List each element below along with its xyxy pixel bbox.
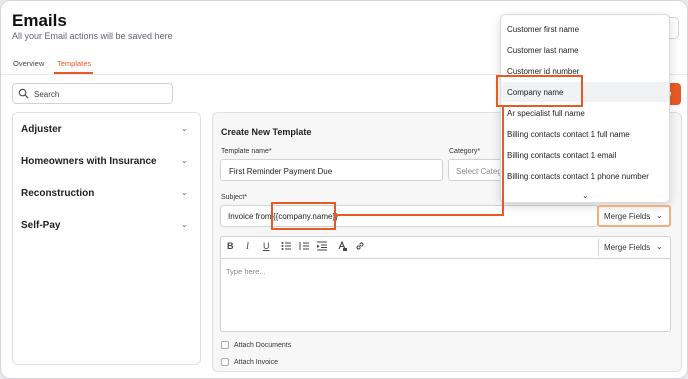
search-placeholder: Search xyxy=(34,90,60,99)
page-title: Emails xyxy=(12,11,67,30)
attach-documents-label: Attach Documents xyxy=(234,342,292,349)
subject-label: Subject* xyxy=(221,194,248,201)
category-reconstruction[interactable]: Reconstruction xyxy=(21,188,94,199)
attach-invoice-checkbox[interactable] xyxy=(221,358,229,366)
category-label: Category* xyxy=(449,148,481,155)
category-homeowners-with-insurance[interactable]: Homeowners with Insurance xyxy=(21,156,157,167)
merge-fields-focus-ring xyxy=(597,205,671,227)
subject-token-callout xyxy=(271,202,336,230)
category-adjuster[interactable]: Adjuster xyxy=(21,124,62,135)
chevron-down-icon[interactable]: ⌄ xyxy=(181,188,188,197)
chevron-down-icon[interactable]: ⌄ xyxy=(582,191,589,200)
company-name-callout xyxy=(496,75,583,107)
subject-prefix: Invoice from xyxy=(228,212,272,221)
numbered-list-icon[interactable] xyxy=(299,241,309,251)
merge-option-customer-first-name[interactable]: Customer first name xyxy=(507,25,579,34)
tab-templates[interactable]: Templates xyxy=(57,59,91,68)
body-merge-fields-label: Merge Fields xyxy=(604,243,651,252)
editor-placeholder: Type here... xyxy=(226,267,266,276)
page-subtitle: All your Email actions will be saved her… xyxy=(12,31,173,41)
attach-documents-checkbox[interactable] xyxy=(221,341,229,349)
link-icon[interactable] xyxy=(355,241,365,251)
email-body-editor[interactable] xyxy=(220,258,671,332)
attach-invoice-label: Attach Invoice xyxy=(234,359,278,366)
indent-icon[interactable] xyxy=(317,241,327,251)
italic-icon[interactable]: I xyxy=(246,241,249,251)
category-placeholder: Select Catego xyxy=(456,167,502,176)
chevron-down-icon[interactable]: ⌄ xyxy=(181,156,188,165)
category-self-pay[interactable]: Self-Pay xyxy=(21,220,60,231)
category-sidebar xyxy=(12,112,201,365)
form-title: Create New Template xyxy=(221,127,312,137)
bold-icon[interactable]: B xyxy=(227,241,234,251)
chevron-down-icon: ⌄ xyxy=(656,242,663,251)
tab-overview[interactable]: Overview xyxy=(13,59,44,68)
callout-connector-horizontal xyxy=(336,214,504,216)
search-icon xyxy=(18,88,29,99)
template-name-label: Template name* xyxy=(221,148,272,155)
underline-icon[interactable]: U xyxy=(263,241,270,251)
chevron-down-icon[interactable]: ⌄ xyxy=(181,124,188,133)
merge-option-billing-contact-full-name[interactable]: Billing contacts contact 1 full name xyxy=(507,130,630,139)
chevron-down-icon[interactable]: ⌄ xyxy=(181,220,188,229)
merge-option-billing-contact-phone[interactable]: Billing contacts contact 1 phone number xyxy=(507,172,649,181)
callout-connector-vertical xyxy=(502,107,504,216)
text-color-icon[interactable] xyxy=(337,241,347,251)
merge-option-billing-contact-email[interactable]: Billing contacts contact 1 email xyxy=(507,151,616,160)
merge-option-ar-specialist-full-name[interactable]: Ar specialist full name xyxy=(507,109,585,118)
app-window: Emails All your Email actions will be sa… xyxy=(0,0,688,379)
merge-option-customer-last-name[interactable]: Customer last name xyxy=(507,46,579,55)
template-name-value: First Reminder Payment Due xyxy=(229,167,333,176)
bullet-list-icon[interactable] xyxy=(281,241,291,251)
